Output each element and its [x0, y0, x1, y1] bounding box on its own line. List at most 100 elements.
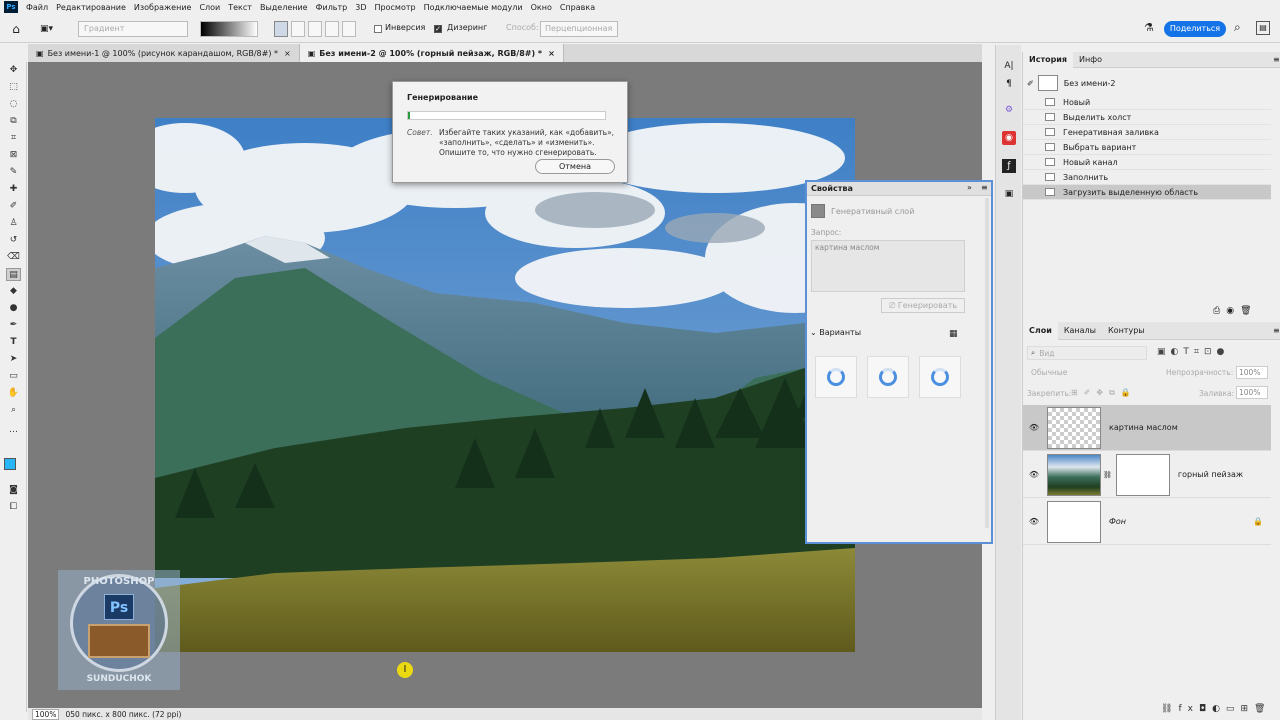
grid-view-icon[interactable]: ▦ [949, 329, 958, 339]
gradient-tool-icon[interactable]: ▤ [6, 268, 21, 281]
cancel-button[interactable]: Отмена [535, 159, 615, 174]
linear-gradient-button[interactable] [274, 21, 288, 37]
search-icon[interactable]: ⌕ [1234, 20, 1241, 35]
mask-link-icon[interactable]: ⛓ [1103, 471, 1112, 479]
menu-select[interactable]: Выделение [256, 3, 312, 12]
type-filter-icon[interactable]: T [1183, 347, 1194, 357]
angle-gradient-button[interactable] [308, 21, 322, 37]
zoom-tool-icon[interactable]: ⌕ [6, 404, 21, 417]
filter-toggle-icon[interactable]: ● [1217, 347, 1230, 357]
adjustment-filter-icon[interactable]: ◐ [1171, 347, 1184, 357]
variant-thumbnail-2[interactable] [867, 356, 909, 398]
close-icon[interactable]: × [284, 49, 291, 58]
snapshot-from-state-icon[interactable]: ⎙ [1213, 306, 1226, 316]
dodge-tool-icon[interactable]: ● [6, 302, 21, 315]
history-item[interactable]: Новый канал [1023, 155, 1271, 170]
menu-view[interactable]: Просмотр [371, 3, 420, 12]
dithering-checkbox[interactable]: ✓ [434, 25, 442, 33]
more-tools-icon[interactable]: … [6, 424, 21, 437]
menu-window[interactable]: Окно [527, 3, 556, 12]
blend-mode-select[interactable]: Обычные [1027, 366, 1137, 380]
visibility-eye-icon[interactable]: 👁 [1025, 470, 1043, 479]
history-item-selected[interactable]: Загрузить выделенную область [1023, 185, 1271, 200]
menu-type[interactable]: Текст [224, 3, 256, 12]
history-brush-tool-icon[interactable]: ↺ [6, 234, 21, 247]
blur-tool-icon[interactable]: ◆ [6, 285, 21, 298]
panel-menu-icon[interactable]: ≡ [981, 183, 988, 192]
layer-name[interactable]: горный пейзаж [1178, 470, 1243, 479]
visibility-eye-icon[interactable]: 👁 [1025, 423, 1043, 432]
hand-tool-icon[interactable]: ✋ [6, 387, 21, 400]
variant-thumbnail-3[interactable] [919, 356, 961, 398]
shape-filter-icon[interactable]: ⌗ [1194, 347, 1204, 357]
shape-tool-icon[interactable]: ▭ [6, 370, 21, 383]
new-layer-icon[interactable]: ⊞ [1240, 704, 1254, 714]
extension-icon[interactable]: ƒ [1002, 159, 1016, 173]
zoom-level[interactable]: 100% [32, 708, 60, 720]
camera-icon[interactable]: ◉ [1226, 306, 1240, 316]
character-panel-icon[interactable]: A| [1002, 59, 1016, 73]
lock-artboard-icon[interactable]: ⧉ [1109, 388, 1121, 397]
layer-row-oil-painting[interactable]: 👁 картина маслом [1023, 405, 1271, 451]
reflected-gradient-button[interactable] [325, 21, 339, 37]
gradient-mode-select[interactable]: Градиент [78, 21, 188, 37]
menu-image[interactable]: Изображение [130, 3, 196, 12]
paragraph-panel-icon[interactable]: ¶ [1002, 77, 1016, 91]
object-select-tool-icon[interactable]: ⧉ [6, 115, 21, 128]
tool-preset-icon[interactable]: ▣▾ [40, 22, 62, 36]
history-item[interactable]: Выделить холст [1023, 110, 1271, 125]
menu-3d[interactable]: 3D [351, 3, 370, 12]
smart-object-filter-icon[interactable]: ⊡ [1204, 347, 1217, 357]
share-button[interactable]: Поделиться [1164, 21, 1226, 37]
layer-row-mountain-landscape[interactable]: 👁 ⛓ горный пейзаж [1023, 452, 1271, 498]
add-mask-icon[interactable]: ◘ [1199, 704, 1212, 714]
collapse-icon[interactable]: » [967, 183, 972, 192]
inversion-checkbox[interactable] [374, 25, 382, 33]
menu-edit[interactable]: Редактирование [52, 3, 130, 12]
crop-tool-icon[interactable]: ⌗ [6, 132, 21, 145]
screen-mode-icon[interactable]: ⧠ [6, 501, 21, 514]
tab-document-1[interactable]: ▣ Без имени-1 @ 100% (рисунок карандашом,… [28, 44, 300, 62]
tab-channels[interactable]: Каналы [1058, 322, 1102, 340]
method-select[interactable]: Перцепционная [540, 21, 618, 37]
link-layers-icon[interactable]: ⛓ [1161, 704, 1178, 714]
lock-position-icon[interactable]: ✥ [1096, 388, 1109, 397]
menu-filter[interactable]: Фильтр [312, 3, 352, 12]
brush-tool-icon[interactable]: ✐ [6, 200, 21, 213]
foreground-color-swatch[interactable] [4, 458, 16, 470]
generate-button[interactable]: ⎚ Генерировать [881, 298, 965, 313]
gradient-swatch[interactable] [200, 21, 258, 37]
layers-panel-icon[interactable]: ▣ [1002, 187, 1016, 201]
new-group-icon[interactable]: ▭ [1226, 704, 1241, 714]
lasso-tool-icon[interactable]: ◌ [6, 98, 21, 111]
eraser-tool-icon[interactable]: ⌫ [6, 251, 21, 264]
panel-menu-icon[interactable]: ≡ [1273, 55, 1280, 64]
menu-layers[interactable]: Слои [195, 3, 224, 12]
pen-tool-icon[interactable]: ✒ [6, 319, 21, 332]
flask-icon[interactable]: ⚗ [1144, 21, 1154, 34]
history-item[interactable]: Новый [1023, 95, 1271, 110]
lock-pixels-icon[interactable]: ✐ [1084, 388, 1097, 397]
layer-name[interactable]: картина маслом [1109, 423, 1178, 432]
document-canvas-mountain-landscape[interactable] [155, 118, 855, 652]
tab-history[interactable]: История [1023, 51, 1074, 68]
variant-thumbnail-1[interactable] [815, 356, 857, 398]
tab-paths[interactable]: Контуры [1102, 322, 1151, 340]
visibility-eye-icon[interactable]: 👁 [1025, 517, 1043, 526]
history-snapshot[interactable]: ✐ Без имени-2 [1023, 73, 1271, 93]
adjustment-layer-icon[interactable]: ◐ [1212, 704, 1226, 714]
move-tool-icon[interactable]: ✥ [6, 64, 21, 77]
type-tool-icon[interactable]: T [6, 336, 21, 349]
fx-icon[interactable]: fx [1178, 704, 1199, 714]
lock-transparency-icon[interactable]: ⊞ [1071, 388, 1084, 397]
trash-icon[interactable]: 🗑 [1240, 306, 1257, 316]
lock-all-icon[interactable]: 🔒 [1121, 388, 1137, 397]
diamond-gradient-button[interactable] [342, 21, 356, 37]
scrollbar[interactable] [985, 198, 989, 528]
tab-layers[interactable]: Слои [1023, 321, 1058, 340]
prompt-input[interactable]: картина маслом [811, 240, 965, 292]
home-icon[interactable]: ⌂ [8, 21, 24, 37]
quick-mask-icon[interactable]: ◙ [6, 484, 21, 497]
history-item[interactable]: Генеративная заливка [1023, 125, 1271, 140]
healing-tool-icon[interactable]: ✚ [6, 183, 21, 196]
